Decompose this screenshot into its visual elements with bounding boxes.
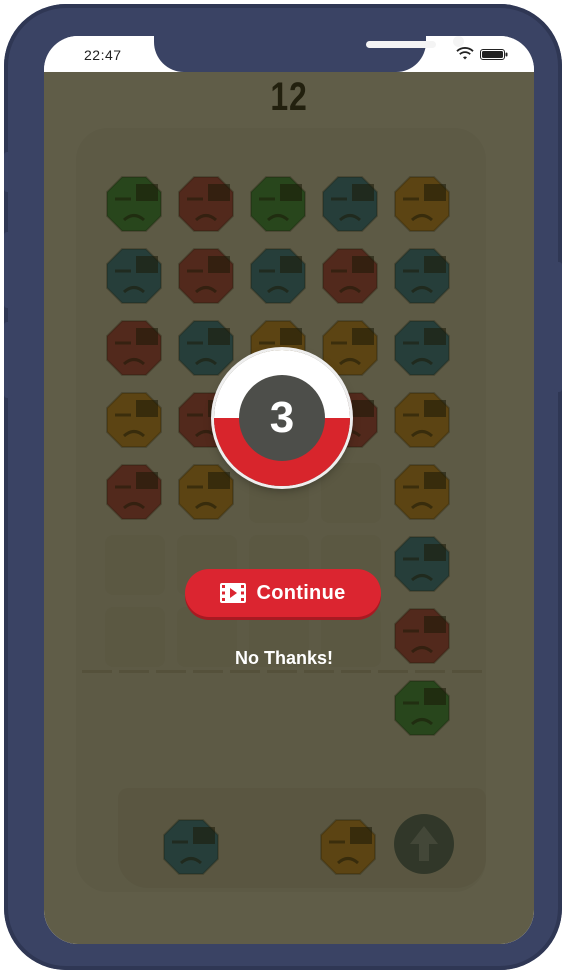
notch [154, 36, 464, 72]
power-button [554, 262, 562, 392]
game-over-overlay [44, 72, 534, 944]
status-time: 22:47 [84, 47, 122, 63]
no-thanks-link[interactable]: No Thanks! [184, 644, 384, 672]
phone-frame: 22:47 12 [4, 4, 562, 970]
mute-switch [4, 152, 12, 192]
screen: 22:47 12 [44, 36, 534, 944]
continue-label: Continue [256, 581, 346, 604]
volume-up-button [4, 232, 12, 308]
countdown-number: 3 [239, 375, 325, 461]
battery-icon [480, 49, 508, 60]
continue-button[interactable]: Continue [185, 569, 381, 617]
speaker [366, 41, 436, 48]
volume-down-button [4, 322, 12, 398]
wifi-icon [456, 47, 474, 60]
status-bar: 22:47 [44, 36, 534, 72]
countdown-timer: 3 [214, 350, 350, 486]
camera [453, 36, 464, 47]
video-ad-icon [220, 583, 247, 603]
